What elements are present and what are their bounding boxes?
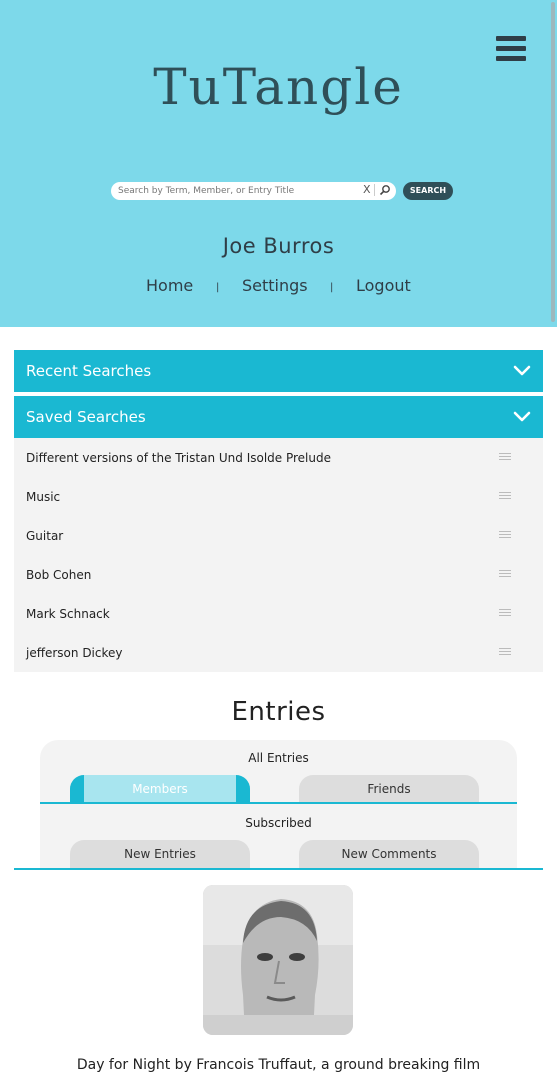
saved-search-item[interactable]: Bob Cohen <box>14 555 543 594</box>
nav-separator: | <box>330 282 334 293</box>
tab-new-entries-label: New Entries <box>124 847 196 861</box>
clear-search-button[interactable]: X <box>363 183 371 196</box>
nav-separator: | <box>216 282 220 293</box>
saved-search-item[interactable]: Music <box>14 477 543 516</box>
saved-searches-label: Saved Searches <box>26 408 146 426</box>
nav-settings[interactable]: Settings <box>242 276 308 296</box>
saved-search-label: Different versions of the Tristan Und Is… <box>26 451 331 465</box>
recent-searches-label: Recent Searches <box>26 362 152 380</box>
tab-divider <box>40 802 517 804</box>
magnifier-icon[interactable] <box>379 184 391 196</box>
search-bar <box>111 182 396 200</box>
saved-search-label: Bob Cohen <box>26 568 92 582</box>
tab-new-comments[interactable]: New Comments <box>299 840 479 868</box>
drag-handle-icon[interactable] <box>499 648 511 656</box>
saved-search-label: jefferson Dickey <box>26 646 123 660</box>
saved-search-label: Music <box>26 490 61 504</box>
subscribed-label: Subscribed <box>245 816 312 830</box>
tab-members[interactable]: Members <box>70 775 250 803</box>
drag-handle-icon[interactable] <box>499 453 511 461</box>
drag-handle-icon[interactable] <box>499 570 511 578</box>
saved-search-item[interactable]: Mark Schnack <box>14 594 543 633</box>
drag-handle-icon[interactable] <box>499 531 511 539</box>
saved-search-item[interactable]: Different versions of the Tristan Und Is… <box>14 438 543 477</box>
chevron-down-icon[interactable] <box>513 407 531 425</box>
search-button[interactable]: SEARCH <box>403 182 453 200</box>
entry-photo[interactable] <box>203 885 353 1035</box>
user-name: Joe Burros <box>222 234 335 258</box>
nav-logout[interactable]: Logout <box>356 276 411 296</box>
drag-handle-icon[interactable] <box>499 609 511 617</box>
tab-friends[interactable]: Friends <box>299 775 479 803</box>
tab-friends-label: Friends <box>367 782 411 796</box>
tab-new-comments-label: New Comments <box>341 847 437 861</box>
drag-handle-icon[interactable] <box>499 492 511 500</box>
search-divider <box>374 184 375 196</box>
scrollbar[interactable] <box>551 2 555 322</box>
site-header: TuTangle X SEARCH Joe Burros Home | Sett… <box>0 0 557 327</box>
tab-divider <box>14 868 543 870</box>
search-input[interactable] <box>118 183 358 199</box>
saved-search-item[interactable]: Guitar <box>14 516 543 555</box>
nav-home[interactable]: Home <box>146 276 193 296</box>
entries-heading: Entries <box>231 697 326 727</box>
tab-new-entries[interactable]: New Entries <box>70 840 250 868</box>
entry-caption[interactable]: Day for Night by Francois Truffaut, a gr… <box>0 1057 557 1073</box>
saved-searches-panel[interactable]: Saved Searches <box>14 396 543 438</box>
saved-search-label: Mark Schnack <box>26 607 110 621</box>
site-logo[interactable]: TuTangle <box>0 58 557 116</box>
entries-filter-box: All Entries Members Friends Subscribed N… <box>40 740 517 868</box>
saved-searches-list: Different versions of the Tristan Und Is… <box>14 438 543 672</box>
all-entries-label: All Entries <box>248 751 309 765</box>
tab-members-label: Members <box>132 782 188 796</box>
saved-search-item[interactable]: jefferson Dickey <box>14 633 543 672</box>
portrait-image <box>203 885 353 1035</box>
chevron-down-icon[interactable] <box>513 361 531 379</box>
saved-search-label: Guitar <box>26 529 64 543</box>
recent-searches-panel[interactable]: Recent Searches <box>14 350 543 392</box>
